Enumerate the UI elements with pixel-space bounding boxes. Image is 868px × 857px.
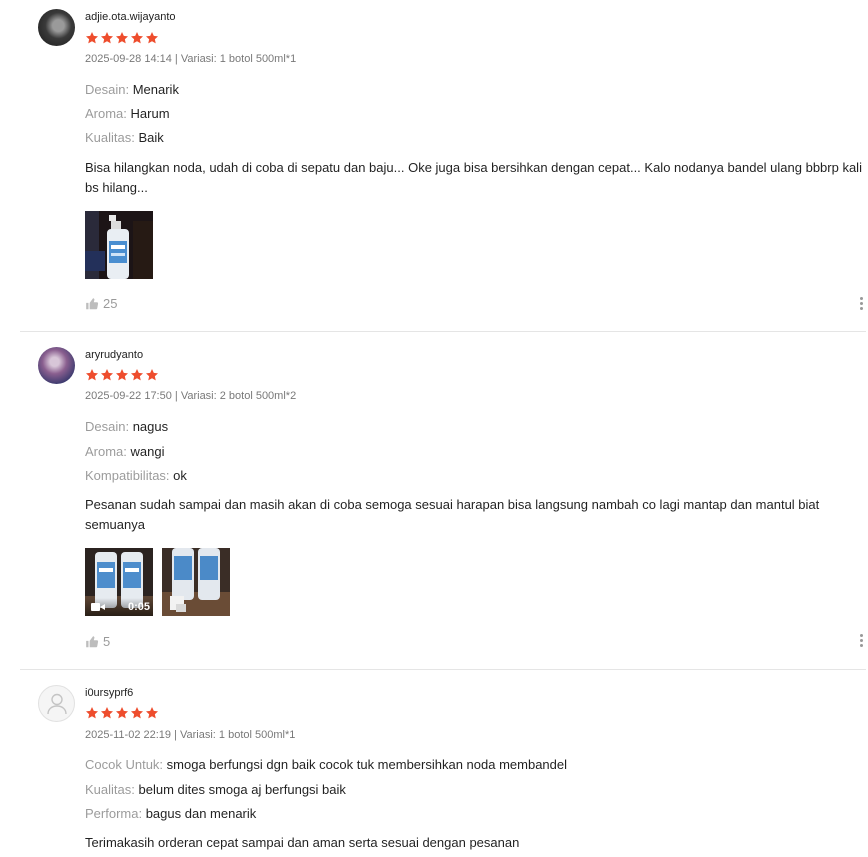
star-icon bbox=[85, 706, 99, 720]
star-icon bbox=[130, 368, 144, 382]
review-item: adjie.ota.wijayanto 2025-09-28 14:14 | V… bbox=[0, 0, 868, 332]
attribute-label: Aroma: bbox=[85, 444, 127, 459]
star-icon bbox=[85, 368, 99, 382]
star-icon bbox=[115, 706, 129, 720]
attribute-label: Kualitas: bbox=[85, 782, 135, 797]
review-meta: 2025-09-22 17:50 | Variasi: 2 botol 500m… bbox=[85, 390, 297, 402]
rating-stars bbox=[85, 31, 159, 45]
attribute-quality: Kualitas: belum dites smoga aj berfungsi… bbox=[85, 782, 346, 797]
review-photo[interactable] bbox=[85, 211, 153, 279]
review-meta: 2025-09-28 14:14 | Variasi: 1 botol 500m… bbox=[85, 53, 297, 65]
attribute-aroma: Aroma: wangi bbox=[85, 444, 165, 459]
attribute-value: ok bbox=[173, 468, 187, 483]
avatar[interactable] bbox=[38, 685, 75, 722]
attribute-label: Aroma: bbox=[85, 106, 127, 121]
like-button[interactable]: 25 bbox=[85, 296, 117, 311]
star-icon bbox=[85, 31, 99, 45]
star-icon bbox=[100, 31, 114, 45]
attribute-suitable-for: Cocok Untuk: smoga berfungsi dgn baik co… bbox=[85, 757, 567, 772]
attribute-compatibility: Kompatibilitas: ok bbox=[85, 468, 187, 483]
attribute-value: belum dites smoga aj berfungsi baik bbox=[138, 782, 346, 797]
attribute-value: Baik bbox=[138, 130, 164, 145]
avatar[interactable] bbox=[38, 9, 75, 46]
avatar[interactable] bbox=[38, 347, 75, 384]
review-meta: 2025-11-02 22:19 | Variasi: 1 botol 500m… bbox=[85, 729, 296, 741]
attribute-aroma: Aroma: Harum bbox=[85, 106, 170, 121]
product-photo-image bbox=[85, 211, 153, 279]
username[interactable]: aryrudyanto bbox=[85, 349, 143, 361]
attribute-performance: Performa: bagus dan menarik bbox=[85, 806, 256, 821]
review-text: Terimakasih orderan cepat sampai dan ama… bbox=[85, 835, 520, 850]
attribute-value: Harum bbox=[130, 106, 170, 121]
attribute-value: smoga berfungsi dgn baik cocok tuk membe… bbox=[166, 757, 568, 772]
default-user-icon bbox=[47, 693, 67, 715]
attribute-value: bagus dan menarik bbox=[145, 806, 257, 821]
rating-stars bbox=[85, 368, 159, 382]
attribute-design: Desain: nagus bbox=[85, 419, 168, 434]
review-text: Pesanan sudah sampai dan masih akan di c… bbox=[85, 497, 820, 532]
review-text: Bisa hilangkan noda, udah di coba di sep… bbox=[85, 160, 862, 195]
star-icon bbox=[130, 31, 144, 45]
product-photo-image bbox=[162, 548, 230, 616]
star-icon bbox=[115, 368, 129, 382]
star-icon bbox=[100, 368, 114, 382]
star-icon bbox=[115, 31, 129, 45]
attribute-label: Kualitas: bbox=[85, 130, 135, 145]
attribute-design: Desain: Menarik bbox=[85, 82, 179, 97]
attribute-value: wangi bbox=[130, 444, 165, 459]
attribute-value: Menarik bbox=[132, 82, 179, 97]
like-count: 25 bbox=[103, 296, 118, 311]
star-icon bbox=[145, 368, 159, 382]
attribute-label: Performa: bbox=[85, 806, 143, 821]
more-options-icon[interactable] bbox=[860, 297, 864, 312]
username[interactable]: adjie.ota.wijayanto bbox=[85, 11, 176, 23]
star-icon bbox=[100, 706, 114, 720]
username[interactable]: i0ursyprf6 bbox=[85, 687, 133, 699]
attribute-label: Cocok Untuk: bbox=[85, 757, 164, 772]
like-count: 5 bbox=[103, 634, 111, 649]
attribute-value: nagus bbox=[132, 419, 169, 434]
star-icon bbox=[145, 31, 159, 45]
attribute-label: Kompatibilitas: bbox=[85, 468, 170, 483]
star-icon bbox=[145, 706, 159, 720]
more-options-icon[interactable] bbox=[860, 634, 864, 649]
like-button[interactable]: 5 bbox=[85, 634, 110, 649]
attribute-quality: Kualitas: Baik bbox=[85, 130, 164, 145]
thumbs-up-icon bbox=[85, 297, 99, 311]
video-duration: 0:05 bbox=[127, 601, 150, 613]
attribute-label: Desain: bbox=[85, 419, 130, 434]
video-badge: 0:05 bbox=[85, 598, 153, 616]
thumbs-up-icon bbox=[85, 635, 99, 649]
review-item: i0ursyprf6 2025-11-02 22:19 | Variasi: 1… bbox=[0, 670, 868, 857]
rating-stars bbox=[85, 706, 159, 720]
review-video[interactable]: 0:05 bbox=[85, 548, 153, 616]
star-icon bbox=[130, 706, 144, 720]
review-item: aryrudyanto 2025-09-22 17:50 | Variasi: … bbox=[0, 332, 868, 670]
review-photo[interactable] bbox=[162, 548, 230, 616]
attribute-label: Desain: bbox=[85, 82, 130, 97]
video-camera-icon bbox=[91, 603, 105, 611]
